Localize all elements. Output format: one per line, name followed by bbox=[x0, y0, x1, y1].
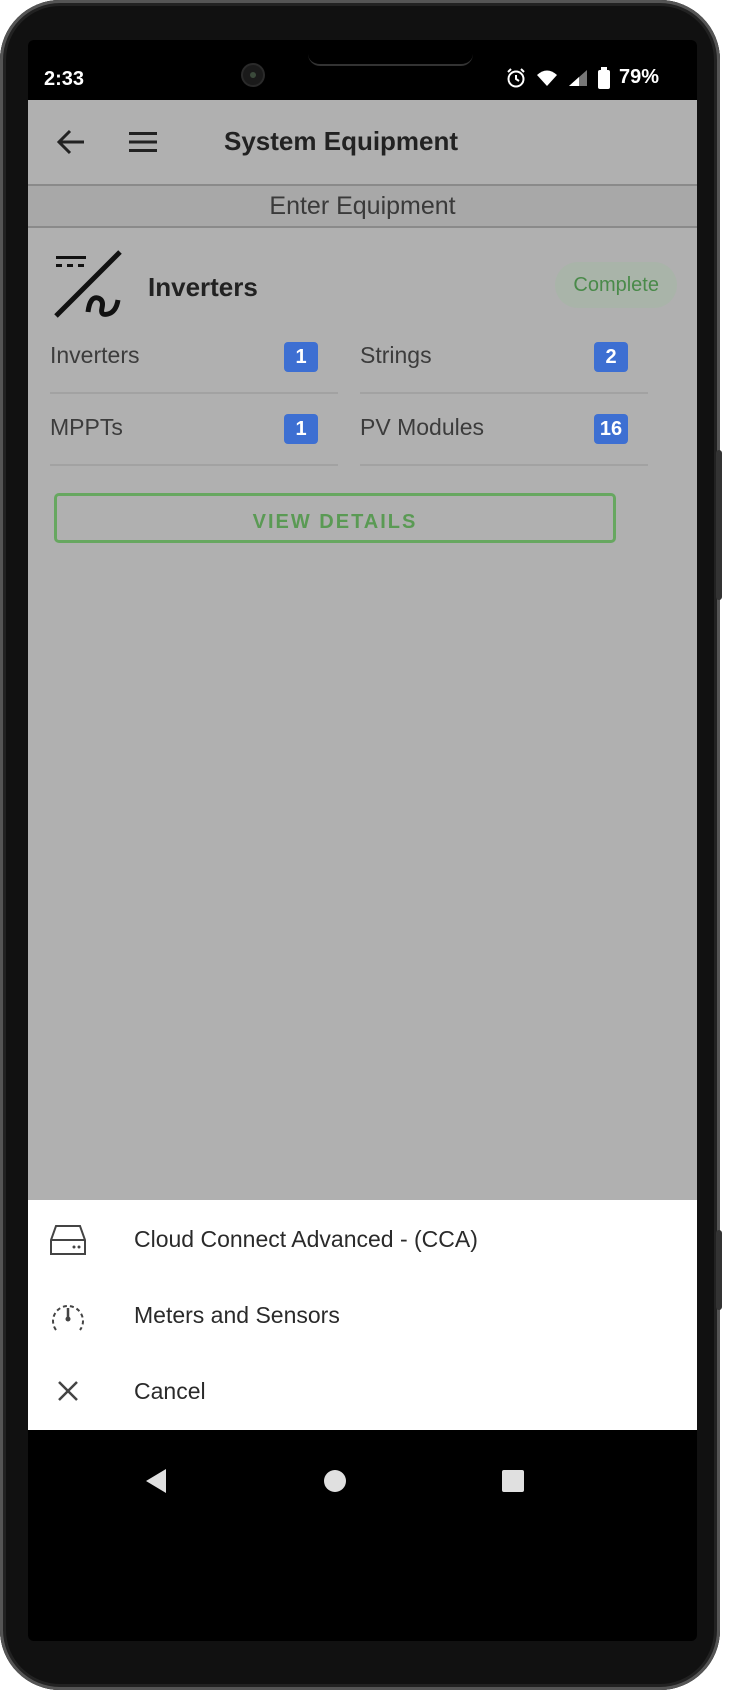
status-badge: Complete bbox=[555, 262, 677, 308]
inverter-icon bbox=[54, 250, 122, 318]
stat-row-inverters: Inverters 1 bbox=[50, 322, 338, 394]
alarm-icon bbox=[507, 67, 525, 87]
sheet-item-label: Meters and Sensors bbox=[134, 1302, 340, 1328]
nav-recents-icon[interactable] bbox=[496, 1464, 530, 1498]
sheet-item-label: Cancel bbox=[134, 1378, 206, 1404]
wifi-icon bbox=[536, 70, 557, 86]
stat-label: Strings bbox=[360, 342, 432, 368]
gauge-icon bbox=[52, 1305, 84, 1331]
view-details-button[interactable]: VIEW DETAILS bbox=[54, 493, 616, 543]
stat-label: PV Modules bbox=[360, 414, 485, 440]
stat-label: Inverters bbox=[50, 342, 140, 368]
status-icons: 79% bbox=[505, 66, 659, 89]
system-nav-bar bbox=[28, 1430, 697, 1530]
close-icon bbox=[58, 1381, 78, 1401]
stat-count-badge: 1 bbox=[284, 414, 318, 444]
card-title: Inverters bbox=[148, 272, 258, 302]
page-title: System Equipment bbox=[224, 126, 459, 156]
nav-home-icon[interactable] bbox=[318, 1464, 352, 1498]
app-bar: System Equipment bbox=[28, 100, 697, 184]
router-icon bbox=[50, 1225, 86, 1255]
stat-count-badge: 2 bbox=[594, 342, 628, 372]
stat-count-badge: 16 bbox=[594, 414, 628, 444]
menu-icon[interactable] bbox=[128, 130, 158, 154]
status-time: 2:33 bbox=[44, 68, 85, 90]
battery-icon bbox=[597, 66, 610, 89]
sheet-item-cancel[interactable]: Cancel bbox=[28, 1354, 697, 1430]
battery-percent: 79% bbox=[618, 66, 659, 88]
nav-back-icon[interactable] bbox=[138, 1464, 172, 1498]
back-arrow-icon[interactable] bbox=[56, 128, 86, 156]
stat-count-badge: 1 bbox=[284, 342, 318, 372]
sheet-item-cca[interactable]: Cloud Connect Advanced - (CCA) bbox=[28, 1202, 697, 1278]
stat-row-mppts: MPPTs 1 bbox=[50, 394, 338, 466]
status-bar: 2:33 79% bbox=[28, 40, 697, 100]
screen: 2:33 79% System Equipment Enter Equipmen… bbox=[28, 40, 697, 1641]
power-button bbox=[716, 1230, 722, 1310]
sheet-item-label: Cloud Connect Advanced - (CCA) bbox=[134, 1226, 478, 1252]
signal-icon bbox=[568, 69, 587, 86]
bottom-sheet: Cloud Connect Advanced - (CCA) Meters an… bbox=[28, 1200, 697, 1430]
volume-button bbox=[716, 450, 722, 600]
sheet-item-meters[interactable]: Meters and Sensors bbox=[28, 1278, 697, 1354]
section-header: Enter Equipment bbox=[28, 184, 697, 228]
stat-label: MPPTs bbox=[50, 414, 123, 440]
phone-frame: 2:33 79% System Equipment Enter Equipmen… bbox=[0, 0, 722, 1690]
stat-row-strings: Strings 2 bbox=[360, 322, 648, 394]
stat-row-pv-modules: PV Modules 16 bbox=[360, 394, 648, 466]
